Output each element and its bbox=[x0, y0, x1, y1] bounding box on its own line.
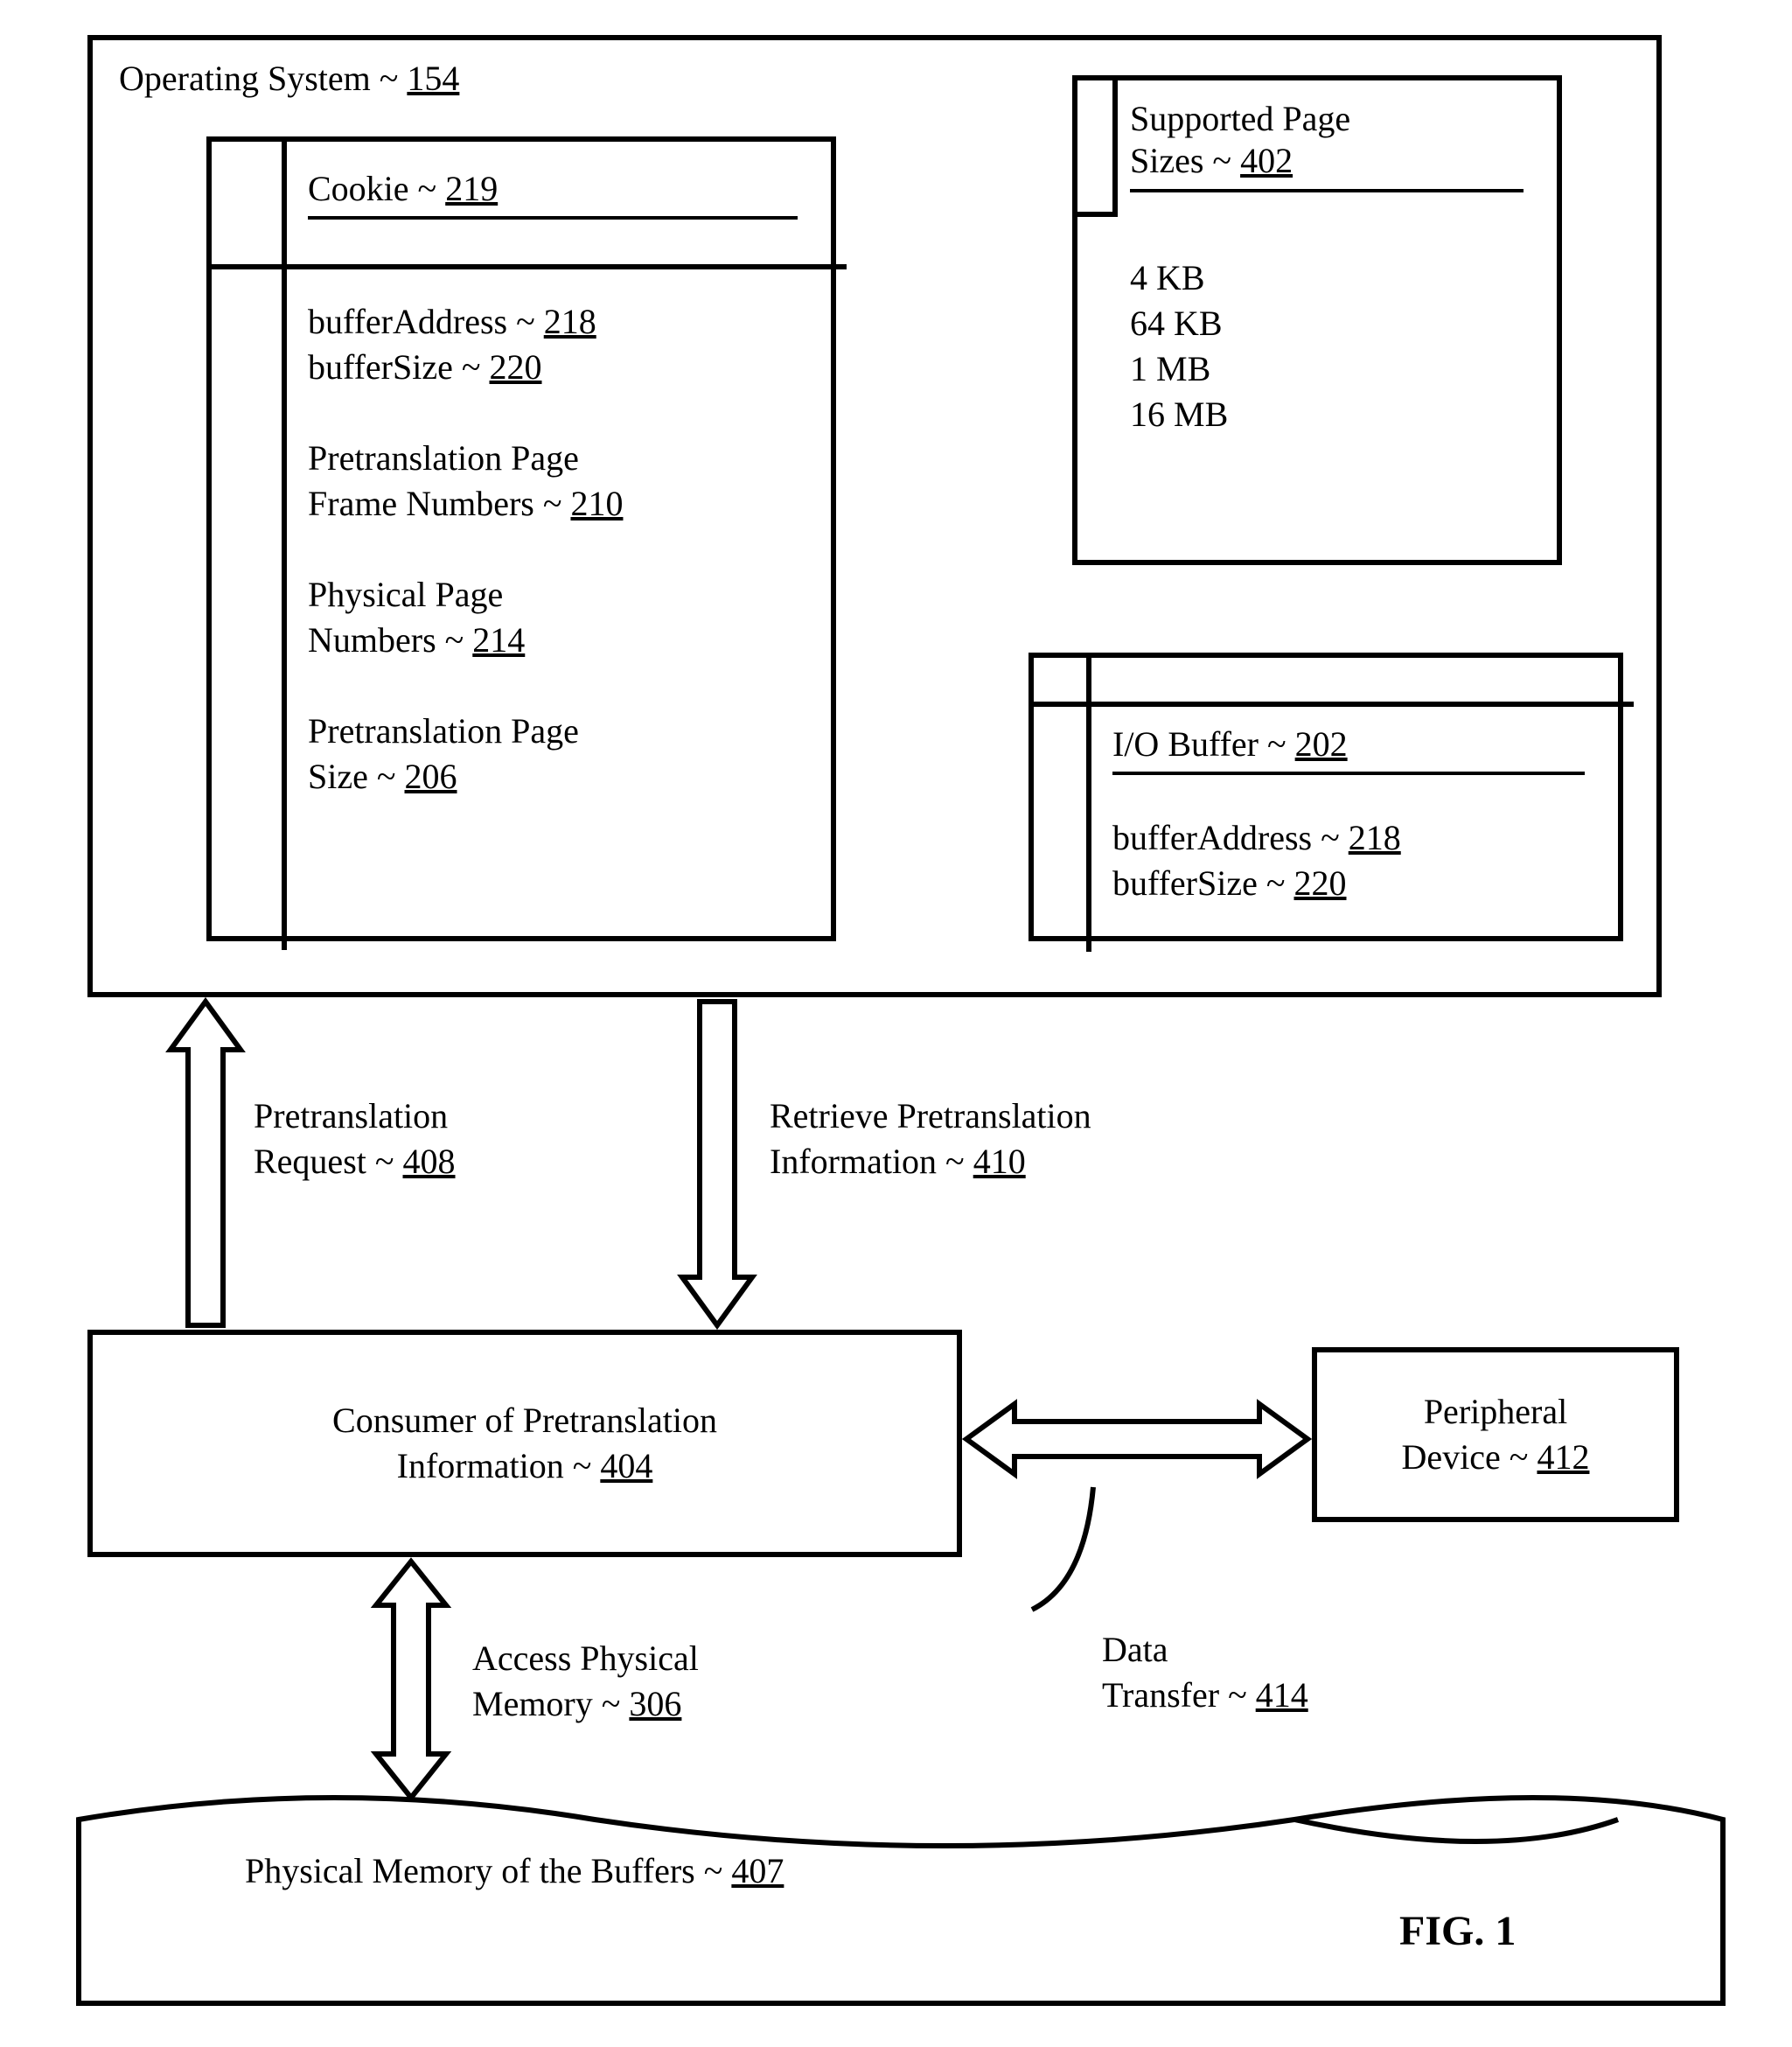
data-transfer-label: Data Transfer ~ 414 bbox=[1102, 1627, 1308, 1718]
cookie-header-ref: 219 bbox=[445, 169, 498, 208]
peripheral-text: Peripheral Device ~ 412 bbox=[1402, 1389, 1590, 1480]
os-title-text: Operating System ~ bbox=[119, 59, 407, 98]
cookie-line: Numbers ~ 214 bbox=[308, 618, 623, 663]
pretranslation-request-label: Pretranslation Request ~ 408 bbox=[254, 1093, 456, 1184]
cookie-header: Cookie ~ 219 bbox=[308, 168, 798, 220]
supported-header-line1: Supported Page bbox=[1130, 99, 1350, 138]
supported-header-line2-text: Sizes ~ bbox=[1130, 141, 1240, 180]
os-container: Operating System ~ 154 Cookie ~ 219 buff… bbox=[87, 35, 1662, 997]
consumer-box: Consumer of Pretranslation Information ~… bbox=[87, 1330, 962, 1557]
io-buffer-header-text: I/O Buffer ~ bbox=[1112, 724, 1295, 764]
divider-v bbox=[1086, 653, 1091, 952]
retrieve-pretranslation-arrow-icon bbox=[673, 997, 761, 1330]
peripheral-device-box: Peripheral Device ~ 412 bbox=[1312, 1347, 1679, 1522]
cookie-box: Cookie ~ 219 bufferAddress ~ 218 bufferS… bbox=[206, 136, 836, 941]
divider-v bbox=[282, 136, 287, 950]
divider-h bbox=[1072, 212, 1118, 217]
access-physical-memory-label: Access Physical Memory ~ 306 bbox=[472, 1636, 699, 1727]
cookie-line: Physical Page bbox=[308, 572, 623, 618]
io-buffer-line: bufferSize ~ 220 bbox=[1112, 861, 1401, 906]
io-buffer-line: bufferAddress ~ 218 bbox=[1112, 815, 1401, 861]
cookie-line: Pretranslation Page bbox=[308, 709, 623, 754]
page-size-value: 64 KB bbox=[1130, 301, 1228, 346]
page-size-value: 16 MB bbox=[1130, 392, 1228, 437]
supported-header-ref: 402 bbox=[1240, 141, 1293, 180]
divider-v bbox=[1112, 75, 1118, 215]
os-title: Operating System ~ 154 bbox=[119, 58, 459, 99]
supported-body: 4 KB 64 KB 1 MB 16 MB bbox=[1130, 255, 1228, 437]
consumer-peripheral-arrow-icon bbox=[962, 1395, 1312, 1483]
supported-page-sizes-box: Supported Page Sizes ~ 402 4 KB 64 KB 1 … bbox=[1072, 75, 1562, 565]
cookie-line: Pretranslation Page bbox=[308, 436, 623, 481]
io-buffer-header: I/O Buffer ~ 202 bbox=[1112, 723, 1585, 775]
divider-h bbox=[1028, 702, 1634, 707]
cookie-line: Size ~ 206 bbox=[308, 754, 623, 800]
pretranslation-request-arrow-icon bbox=[162, 997, 249, 1330]
cookie-header-text: Cookie ~ bbox=[308, 169, 445, 208]
consumer-text: Consumer of Pretranslation Information ~… bbox=[332, 1398, 717, 1489]
page-size-value: 4 KB bbox=[1130, 255, 1228, 301]
page-size-value: 1 MB bbox=[1130, 346, 1228, 392]
divider-h bbox=[206, 264, 847, 269]
cookie-line: Frame Numbers ~ 210 bbox=[308, 481, 623, 527]
physical-memory-shape-icon bbox=[70, 1785, 1732, 2012]
diagram-root: Operating System ~ 154 Cookie ~ 219 buff… bbox=[35, 35, 1749, 2012]
os-title-ref: 154 bbox=[407, 59, 459, 98]
figure-label: FIG. 1 bbox=[1399, 1907, 1516, 1955]
cookie-body: bufferAddress ~ 218 bufferSize ~ 220 Pre… bbox=[308, 299, 623, 800]
io-buffer-header-ref: 202 bbox=[1295, 724, 1348, 764]
io-buffer-body: bufferAddress ~ 218 bufferSize ~ 220 bbox=[1112, 815, 1401, 906]
retrieve-pretranslation-label: Retrieve Pretranslation Information ~ 41… bbox=[770, 1093, 1091, 1184]
cookie-line: bufferSize ~ 220 bbox=[308, 345, 623, 390]
supported-header: Supported Page Sizes ~ 402 bbox=[1130, 98, 1524, 192]
cookie-line: bufferAddress ~ 218 bbox=[308, 299, 623, 345]
io-buffer-box: I/O Buffer ~ 202 bufferAddress ~ 218 buf… bbox=[1028, 653, 1623, 941]
access-physical-memory-arrow-icon bbox=[367, 1557, 455, 1802]
physical-memory-label: Physical Memory of the Buffers ~ 407 bbox=[245, 1850, 784, 1891]
